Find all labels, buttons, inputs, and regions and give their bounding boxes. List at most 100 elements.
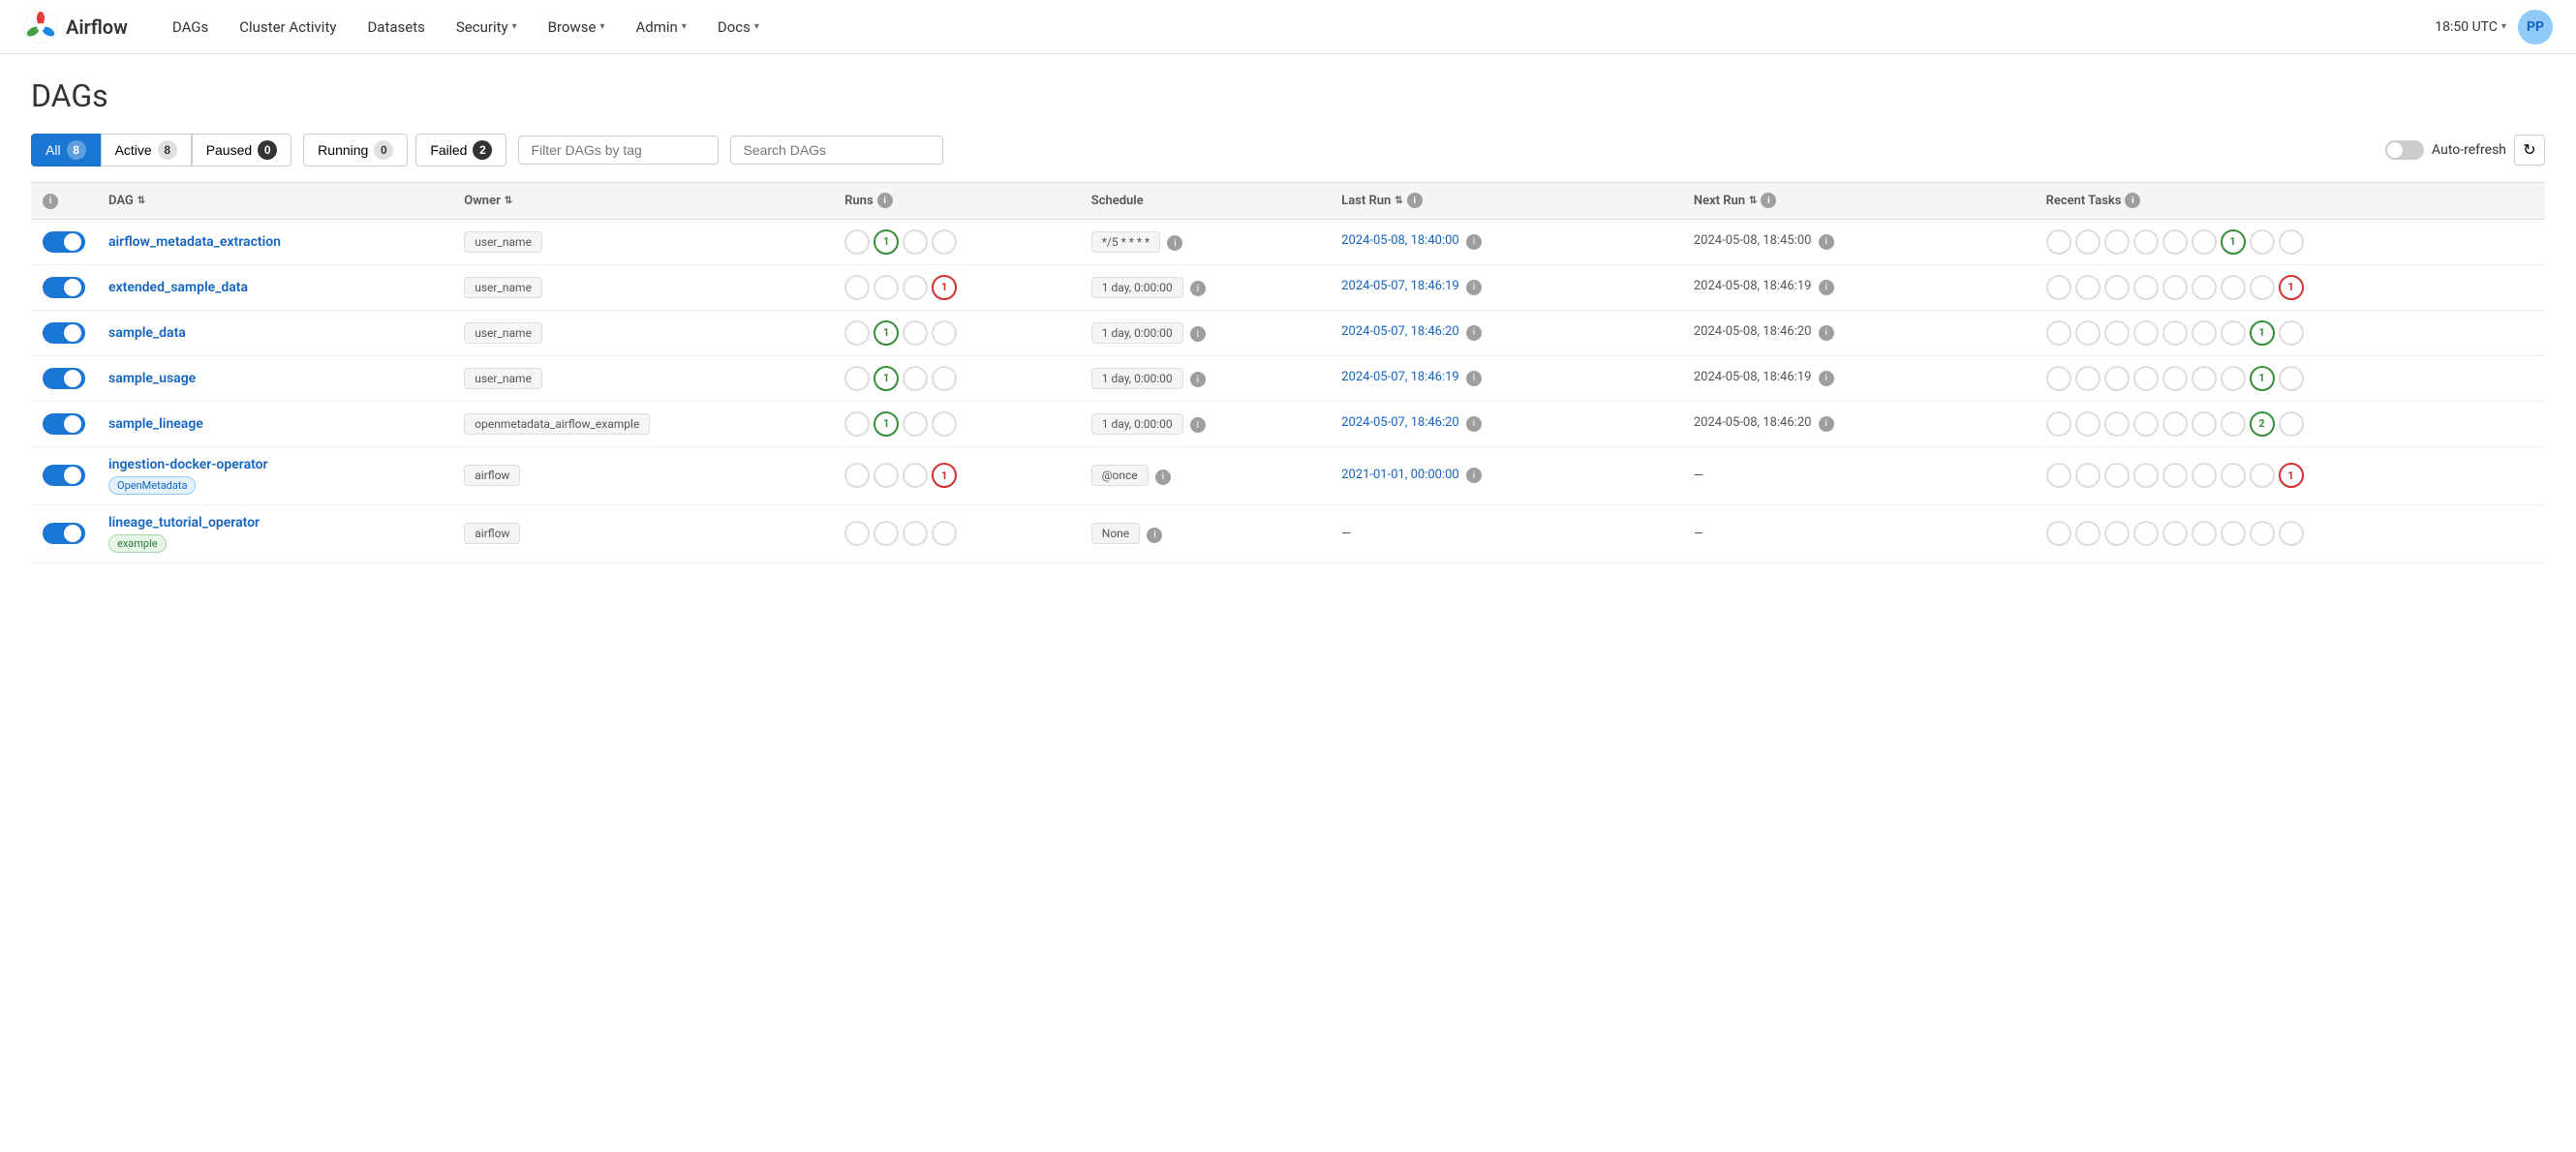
- dag-name-airflow_metadata_extraction[interactable]: airflow_metadata_extraction: [108, 234, 441, 250]
- run-circle[interactable]: [903, 463, 928, 488]
- task-circle[interactable]: [2075, 366, 2101, 391]
- nav-security[interactable]: Security ▾: [443, 13, 531, 42]
- nav-dags[interactable]: DAGs: [159, 13, 222, 42]
- nav-browse[interactable]: Browse ▾: [535, 13, 619, 42]
- task-circle[interactable]: [2279, 229, 2304, 255]
- nextrun-sort-icon[interactable]: ⇅: [1749, 196, 1757, 206]
- task-circle[interactable]: 1: [2250, 366, 2275, 391]
- task-circle[interactable]: [2192, 521, 2217, 546]
- last-run-airflow_metadata_extraction[interactable]: 2024-05-08, 18:40:00: [1341, 233, 1459, 248]
- last-run-ingestion-docker-operator[interactable]: 2021-01-01, 00:00:00: [1341, 468, 1459, 482]
- task-circle[interactable]: [2075, 521, 2101, 546]
- run-circle[interactable]: [932, 411, 957, 437]
- task-circle[interactable]: [2221, 320, 2246, 346]
- run-circle[interactable]: [874, 521, 899, 546]
- task-circle[interactable]: 1: [2221, 229, 2246, 255]
- task-circle[interactable]: [2221, 411, 2246, 437]
- table-info-icon[interactable]: i: [43, 194, 58, 209]
- task-circle[interactable]: [2250, 521, 2275, 546]
- task-circle[interactable]: [2046, 521, 2071, 546]
- run-circle[interactable]: [932, 366, 957, 391]
- task-circle[interactable]: [2162, 463, 2188, 488]
- dag-sort-icon[interactable]: ⇅: [138, 196, 145, 206]
- lastrun-row-info-icon-airflow_metadata_extraction[interactable]: i: [1466, 234, 1482, 250]
- task-circle[interactable]: [2104, 275, 2130, 300]
- task-circle[interactable]: [2133, 275, 2159, 300]
- app-logo[interactable]: Airflow: [23, 10, 128, 45]
- schedule-info-icon-extended_sample_data[interactable]: i: [1190, 281, 1206, 296]
- dag-toggle-ingestion-docker-operator[interactable]: [43, 465, 85, 486]
- task-circle[interactable]: [2162, 320, 2188, 346]
- run-circle[interactable]: [903, 521, 928, 546]
- task-circle[interactable]: [2162, 366, 2188, 391]
- task-circle[interactable]: [2279, 366, 2304, 391]
- run-circle[interactable]: [903, 366, 928, 391]
- dag-toggle-sample_lineage[interactable]: [43, 413, 85, 435]
- task-circle[interactable]: [2104, 320, 2130, 346]
- task-circle[interactable]: [2133, 463, 2159, 488]
- nextrun-row-info-icon-extended_sample_data[interactable]: i: [1819, 280, 1834, 295]
- user-avatar[interactable]: PP: [2518, 10, 2553, 45]
- nextrun-row-info-icon-sample_data[interactable]: i: [1819, 325, 1834, 341]
- run-circle[interactable]: 1: [874, 411, 899, 437]
- nav-admin[interactable]: Admin ▾: [622, 13, 699, 42]
- owner-sort-icon[interactable]: ⇅: [505, 196, 512, 206]
- nextrun-info-icon[interactable]: i: [1761, 193, 1776, 208]
- dag-toggle-sample_data[interactable]: [43, 322, 85, 344]
- nextrun-row-info-icon-sample_usage[interactable]: i: [1819, 371, 1834, 386]
- task-circle[interactable]: 1: [2279, 275, 2304, 300]
- run-circle[interactable]: [903, 320, 928, 346]
- dag-toggle-sample_usage[interactable]: [43, 368, 85, 389]
- task-circle[interactable]: [2192, 366, 2217, 391]
- task-circle[interactable]: [2250, 275, 2275, 300]
- task-circle[interactable]: [2104, 229, 2130, 255]
- run-circle[interactable]: 1: [932, 275, 957, 300]
- task-circle[interactable]: [2192, 320, 2217, 346]
- run-circle[interactable]: [844, 275, 870, 300]
- task-circle[interactable]: [2162, 229, 2188, 255]
- task-circle[interactable]: [2279, 320, 2304, 346]
- task-circle[interactable]: [2075, 229, 2101, 255]
- task-circle[interactable]: [2046, 411, 2071, 437]
- dag-toggle-lineage_tutorial_operator[interactable]: [43, 523, 85, 544]
- dag-tag-lineage_tutorial_operator[interactable]: example: [108, 534, 167, 553]
- task-circle[interactable]: 1: [2279, 463, 2304, 488]
- task-circle[interactable]: [2133, 320, 2159, 346]
- lastrun-row-info-icon-sample_lineage[interactable]: i: [1466, 416, 1482, 432]
- run-circle[interactable]: [844, 229, 870, 255]
- lastrun-sort-icon[interactable]: ⇅: [1395, 196, 1402, 206]
- schedule-info-icon-sample_lineage[interactable]: i: [1190, 417, 1206, 433]
- run-circle[interactable]: [932, 521, 957, 546]
- last-run-sample_lineage[interactable]: 2024-05-07, 18:46:20: [1341, 415, 1459, 430]
- task-circle[interactable]: [2075, 320, 2101, 346]
- schedule-info-icon-airflow_metadata_extraction[interactable]: i: [1167, 235, 1182, 251]
- task-circle[interactable]: [2192, 229, 2217, 255]
- task-circle[interactable]: [2192, 275, 2217, 300]
- run-circle[interactable]: [844, 320, 870, 346]
- task-circle[interactable]: 2: [2250, 411, 2275, 437]
- run-circle[interactable]: [874, 275, 899, 300]
- task-circle[interactable]: [2075, 411, 2101, 437]
- dag-toggle-airflow_metadata_extraction[interactable]: [43, 231, 85, 253]
- manual-refresh-button[interactable]: ↻: [2514, 135, 2545, 166]
- dag-name-sample_usage[interactable]: sample_usage: [108, 371, 441, 386]
- task-circle[interactable]: [2221, 275, 2246, 300]
- task-circle[interactable]: [2192, 411, 2217, 437]
- run-circle[interactable]: [844, 521, 870, 546]
- last-run-sample_data[interactable]: 2024-05-07, 18:46:20: [1341, 324, 1459, 339]
- run-circle[interactable]: 1: [874, 366, 899, 391]
- active-filter-button[interactable]: Active 8: [101, 134, 192, 167]
- task-circle[interactable]: 1: [2250, 320, 2275, 346]
- task-circle[interactable]: [2046, 275, 2071, 300]
- task-circle[interactable]: [2104, 463, 2130, 488]
- lastrun-row-info-icon-sample_data[interactable]: i: [1466, 325, 1482, 341]
- run-circle[interactable]: 1: [874, 320, 899, 346]
- lastrun-row-info-icon-extended_sample_data[interactable]: i: [1466, 280, 1482, 295]
- task-circle[interactable]: [2104, 411, 2130, 437]
- lastrun-row-info-icon-ingestion-docker-operator[interactable]: i: [1466, 468, 1482, 483]
- task-circle[interactable]: [2250, 463, 2275, 488]
- dag-tag-ingestion-docker-operator[interactable]: OpenMetadata: [108, 476, 196, 495]
- task-circle[interactable]: [2250, 229, 2275, 255]
- task-circle[interactable]: [2046, 229, 2071, 255]
- tag-filter-input[interactable]: [518, 136, 719, 165]
